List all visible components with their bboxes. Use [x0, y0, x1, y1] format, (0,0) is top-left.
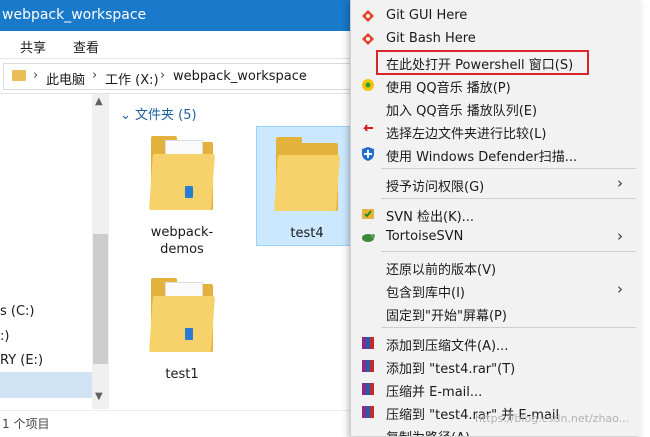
chevron-right-icon[interactable]: › — [92, 68, 97, 83]
nav-selected-item[interactable] — [0, 372, 92, 398]
chevron-right-icon[interactable]: › — [302, 68, 307, 83]
menu-separator — [381, 251, 636, 252]
git-icon — [361, 9, 375, 23]
menu-separator — [381, 198, 636, 199]
menu-item-restore-versions[interactable]: 还原以前的版本(V) — [351, 255, 641, 278]
rar-icon — [361, 405, 375, 419]
chevron-right-icon[interactable]: › — [33, 68, 38, 83]
git-icon — [361, 32, 375, 46]
menu-separator — [381, 327, 636, 328]
menu-item-git-bash[interactable]: Git Bash Here — [351, 27, 641, 50]
chevron-right-icon: › — [617, 174, 623, 192]
menu-item-pin-start[interactable]: 固定到"开始"屏幕(P) — [351, 301, 641, 324]
breadcrumb-workspace[interactable]: webpack_workspace — [173, 69, 307, 84]
status-text: 1 个项目 — [2, 417, 50, 431]
folder-item-webpack-demos[interactable]: webpack-demos — [132, 132, 232, 262]
page-edge — [640, 0, 650, 436]
tab-share[interactable]: 共享 — [20, 37, 46, 56]
scroll-thumb[interactable] — [93, 234, 108, 364]
highlight-box — [376, 50, 589, 75]
folder-name: test4 — [290, 226, 324, 241]
folder-item-test1[interactable]: test1 — [132, 274, 232, 384]
menu-separator — [381, 168, 636, 169]
menu-item-qq-play[interactable]: 使用 QQ音乐 播放(P) — [351, 73, 641, 96]
chevron-right-icon: › — [617, 280, 623, 298]
menu-item-git-gui[interactable]: Git GUI Here — [351, 4, 641, 27]
rar-icon — [361, 382, 375, 396]
folder-icon — [149, 136, 215, 210]
chevron-down-icon[interactable]: ⌄ — [120, 108, 131, 123]
menu-item-add-test4-rar[interactable]: 添加到 "test4.rar"(T) — [351, 354, 641, 377]
folder-icon — [274, 137, 340, 211]
rar-icon — [361, 359, 375, 373]
rar-icon — [361, 336, 375, 350]
nav-drive-e[interactable]: RY (E:) — [0, 353, 43, 368]
breadcrumb-this-pc[interactable]: 此电脑 — [46, 69, 85, 88]
menu-item-qq-queue[interactable]: 加入 QQ音乐 播放队列(E) — [351, 96, 641, 119]
compare-icon — [361, 124, 375, 138]
folder-name: test1 — [165, 367, 199, 382]
nav-drive-c[interactable]: s (C:) — [0, 304, 35, 319]
file-list: ⌄ 文件夹 (5) webpack-demos test4 test1 — [110, 94, 358, 409]
group-label: 文件夹 (5) — [135, 108, 197, 123]
menu-item-add-archive[interactable]: 添加到压缩文件(A)... — [351, 331, 641, 354]
folder-name: webpack-demos — [150, 225, 214, 257]
watermark: https://blog.csdn.net/zhao... — [475, 412, 630, 425]
defender-icon — [361, 147, 375, 161]
status-bar: 1 个项目 — [0, 410, 360, 437]
tortoise-icon — [361, 230, 375, 244]
scroll-up-icon[interactable]: ▲ — [95, 96, 103, 107]
chevron-right-icon: › — [617, 227, 623, 245]
chevron-right-icon[interactable]: › — [160, 68, 165, 83]
tab-view[interactable]: 查看 — [73, 37, 99, 56]
menu-item-compress-email[interactable]: 压缩并 E-mail... — [351, 377, 641, 400]
svn-icon — [361, 207, 375, 221]
menu-item-compare-left[interactable]: 选择左边文件夹进行比较(L) — [351, 119, 641, 142]
menu-item-svn-checkout[interactable]: SVN 检出(K)... — [351, 202, 641, 225]
group-header[interactable]: ⌄ 文件夹 (5) — [120, 104, 197, 123]
scroll-down-icon[interactable]: ▼ — [95, 391, 103, 402]
breadcrumb-drive-x[interactable]: 工作 (X:) — [105, 69, 159, 88]
breadcrumb[interactable]: › 此电脑 › 工作 (X:) › webpack_workspace › — [3, 63, 355, 90]
folder-item-test4[interactable]: test4 — [256, 126, 358, 246]
window-title: webpack_workspace — [2, 7, 147, 23]
menu-item-tortoisesvn[interactable]: TortoiseSVN › — [351, 225, 641, 248]
menu-item-grant-access[interactable]: 授予访问权限(G) › — [351, 172, 641, 195]
nav-drive[interactable]: :) — [0, 329, 9, 344]
folder-icon — [149, 278, 215, 352]
folder-icon — [12, 70, 26, 81]
menu-item-include-library[interactable]: 包含到库中(I) › — [351, 278, 641, 301]
menu-item-defender-scan[interactable]: 使用 Windows Defender扫描... — [351, 142, 641, 165]
nav-scrollbar[interactable]: ▲ ▼ — [92, 94, 109, 409]
qq-music-icon — [361, 78, 375, 92]
